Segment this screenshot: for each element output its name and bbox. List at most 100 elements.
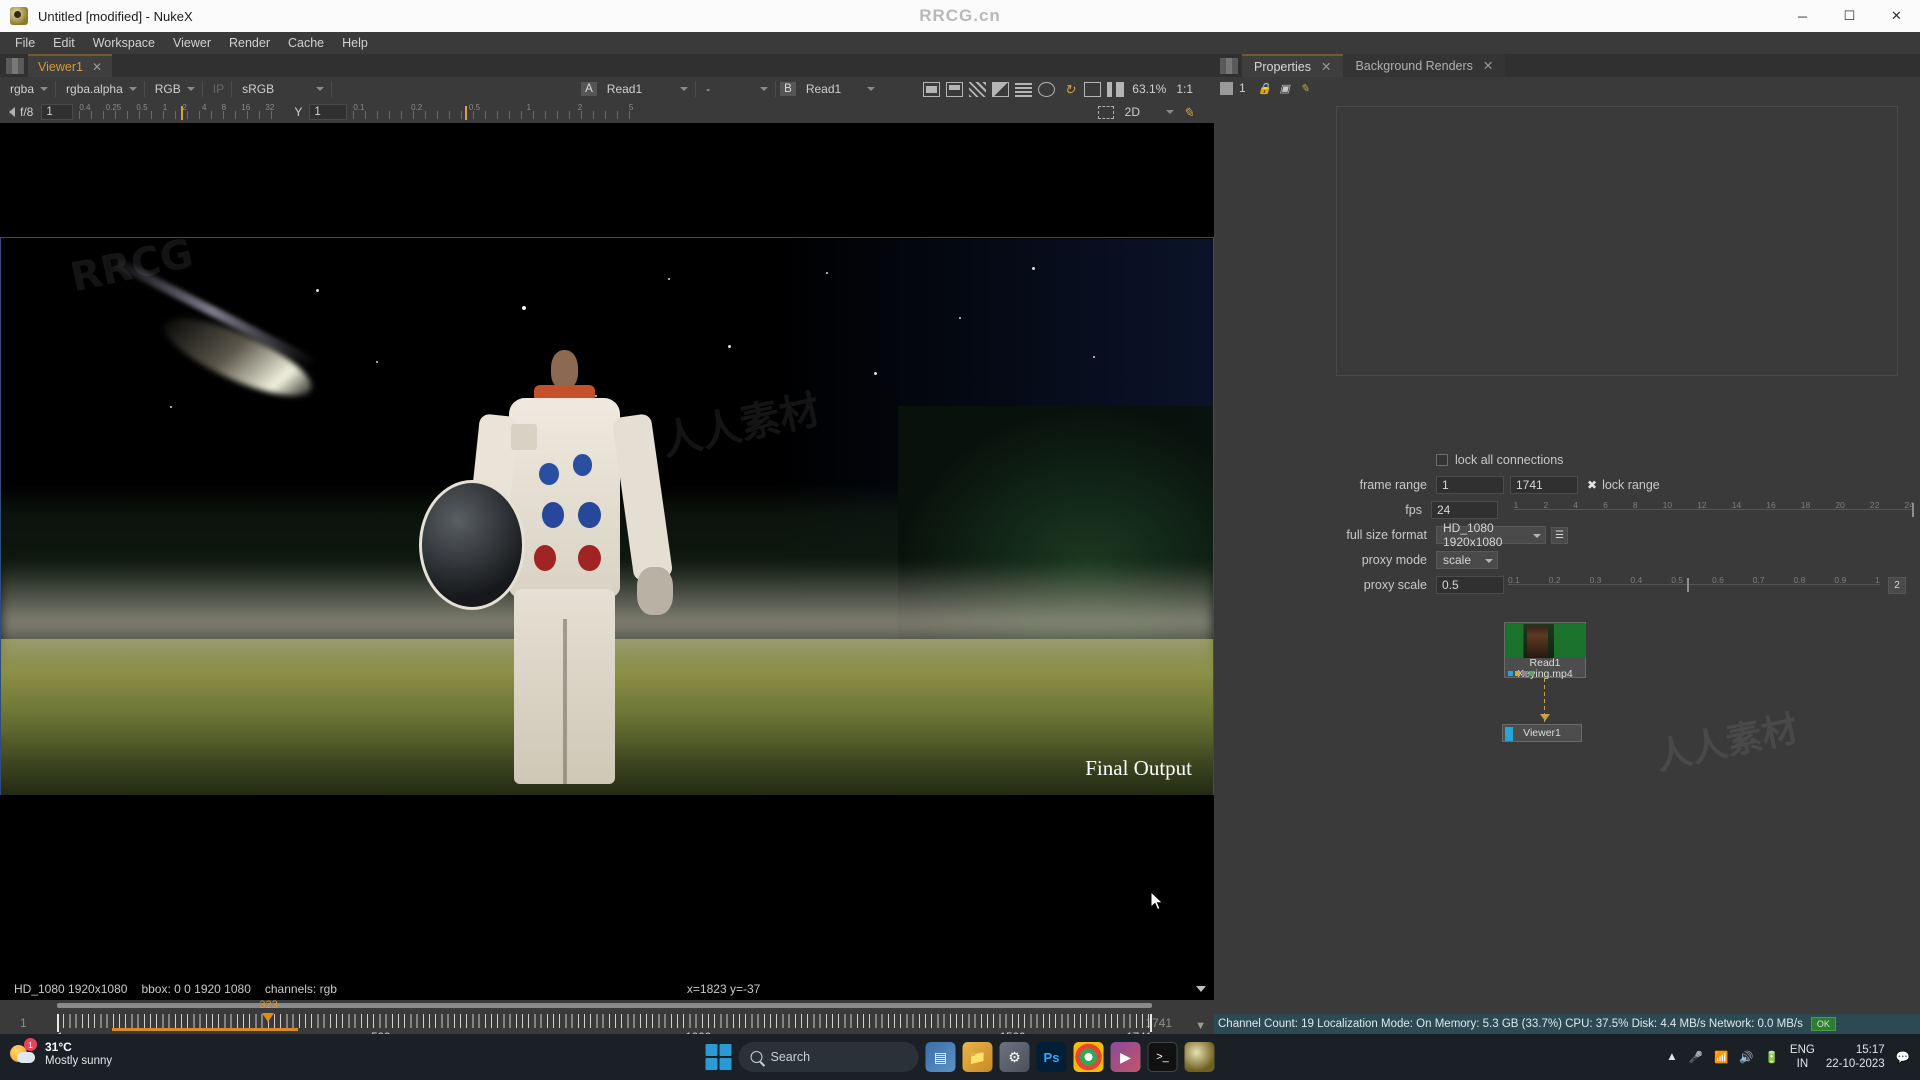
proxy-scale-slider[interactable]: 0.1 0.2 0.3 0.4 0.5 0.6 0.7 0.8 0.9 1 [1508, 575, 1880, 595]
chevron-down-icon[interactable] [1196, 986, 1206, 992]
media-player-icon[interactable]: ▶ [1110, 1042, 1141, 1072]
tray-expand-icon[interactable]: ▲ [1666, 1051, 1677, 1063]
proxy-mode-select[interactable]: scale [1436, 551, 1498, 569]
roi-icon[interactable] [923, 81, 941, 97]
gamma-slider[interactable]: 0.1 0.2 0.5 1 2 5 [353, 103, 634, 120]
fullframe-icon[interactable] [1084, 81, 1102, 97]
widgets-icon[interactable]: ▤ [925, 1042, 956, 1072]
selection-tool-icon[interactable] [1097, 105, 1114, 119]
proxy-scale-input[interactable]: 0.5 [1436, 576, 1504, 594]
start-button[interactable] [705, 1044, 732, 1070]
viewer-letterbox-bottom [0, 795, 1214, 978]
viewer-info-bar: HD_1080 1920x1080 bbox: 0 0 1920 1080 ch… [0, 978, 1214, 1000]
image-bbox: bbox: 0 0 1920 1080 [141, 982, 251, 996]
pixel-ratio[interactable]: 1:1 [1176, 82, 1193, 96]
clock[interactable]: 15:17 22-10-2023 [1826, 1043, 1885, 1071]
menu-edit[interactable]: Edit [44, 34, 84, 52]
node-read1[interactable]: Read1 Keying.mp4 [1504, 622, 1586, 680]
timeline-scrollbar[interactable] [57, 1003, 1152, 1008]
channels-select[interactable]: rgba [4, 80, 51, 98]
clipping-icon[interactable] [1038, 81, 1056, 97]
buffer-mix-select[interactable]: - [700, 80, 771, 98]
properties-node-panel[interactable] [1336, 106, 1898, 376]
timeline-expand-icon[interactable]: ▼ [1195, 1020, 1206, 1032]
search-input[interactable]: Search [738, 1042, 919, 1072]
lock-icon[interactable]: 🔒 [1258, 82, 1272, 95]
buffer-b-select[interactable]: Read1 [800, 80, 878, 98]
playhead-frame-number: 323 [259, 999, 278, 1011]
overscan-icon[interactable] [1015, 81, 1033, 97]
proxy-scale-slider-knob[interactable] [1686, 578, 1689, 592]
panel-grip-icon[interactable] [1220, 58, 1238, 74]
close-icon[interactable]: ✕ [92, 60, 102, 74]
timeline-playhead[interactable]: 323 [259, 999, 278, 1022]
notifications-icon[interactable]: 💬 [1896, 1050, 1910, 1064]
full-size-format-select[interactable]: HD_1080 1920x1080 [1436, 521, 1546, 549]
menu-cache[interactable]: Cache [279, 34, 333, 52]
gain-slider[interactable]: 0.4 0.25 0.5 1 2 4 8 16 32 [79, 103, 275, 120]
maximize-button[interactable]: ☐ [1826, 0, 1873, 32]
frame-range-from-input[interactable]: 1 [1436, 476, 1504, 494]
tab-properties[interactable]: Properties ✕ [1242, 54, 1344, 77]
tab-background-renders[interactable]: Background Renders ✕ [1343, 54, 1506, 77]
photoshop-icon[interactable]: Ps [1036, 1042, 1067, 1072]
camera-icon[interactable]: ▣ [1278, 82, 1292, 95]
lock-range-marker[interactable]: ✖ [1587, 478, 1597, 492]
zoom-level[interactable]: 63.1% [1132, 82, 1166, 96]
gamma-slider-knob[interactable] [465, 106, 468, 120]
ip-toggle[interactable]: IP [207, 80, 227, 98]
layer-select[interactable]: rgba.alpha [60, 80, 140, 98]
color-picker-icon[interactable]: ✎ [1180, 105, 1197, 120]
pencil-icon[interactable]: ✎ [1298, 82, 1312, 95]
viewer-canvas[interactable]: Final Output RRCG 人人素材 [0, 123, 1214, 978]
gain-slider-knob[interactable] [180, 106, 183, 120]
fps-slider-knob[interactable] [1912, 503, 1915, 517]
node-graph[interactable]: Read1 Keying.mp4 Viewer1 人人素材 [1214, 594, 1920, 1080]
node-color-swatch[interactable] [1220, 81, 1233, 95]
language-indicator[interactable]: ENG IN [1790, 1043, 1815, 1071]
gain-prev-icon[interactable] [9, 107, 15, 117]
checkerboard-icon[interactable] [969, 81, 987, 97]
volume-icon[interactable]: 🔊 [1739, 1050, 1753, 1064]
fps-input[interactable]: 24 [1430, 501, 1498, 519]
panel-grip-icon[interactable] [6, 58, 24, 74]
format-edit-button[interactable]: ☰ [1551, 526, 1568, 544]
gain-input[interactable]: 1 [41, 104, 74, 120]
divider [231, 81, 233, 97]
wipe-icon[interactable] [992, 81, 1010, 97]
microphone-icon[interactable]: 🎤 [1689, 1050, 1703, 1064]
menu-render[interactable]: Render [220, 34, 279, 52]
minimize-button[interactable]: ─ [1779, 0, 1826, 32]
refresh-icon[interactable]: ↻ [1061, 82, 1078, 97]
close-icon[interactable]: ✕ [1483, 58, 1493, 73]
settings-icon[interactable]: ⚙ [999, 1042, 1030, 1072]
lock-all-connections-checkbox[interactable] [1436, 454, 1448, 466]
colorspace-select[interactable]: sRGB [236, 80, 327, 98]
node-viewer1[interactable]: Viewer1 [1502, 724, 1582, 742]
menu-file[interactable]: File [6, 34, 44, 52]
tab-viewer1[interactable]: Viewer1 ✕ [28, 54, 112, 77]
close-icon[interactable]: ✕ [1321, 59, 1331, 74]
node-thumbnail [1506, 624, 1586, 658]
buffer-a-select[interactable]: Read1 [601, 80, 691, 98]
frame-range-to-input[interactable]: 1741 [1510, 476, 1578, 494]
terminal-icon[interactable]: >_ [1147, 1042, 1178, 1072]
nuke-taskbar-icon[interactable] [1184, 1042, 1215, 1072]
file-explorer-icon[interactable]: 📁 [962, 1042, 993, 1072]
menu-help[interactable]: Help [333, 34, 377, 52]
viewer-mode-select[interactable]: 2D [1119, 103, 1177, 121]
menu-viewer[interactable]: Viewer [164, 34, 220, 52]
display-select[interactable]: RGB [149, 80, 198, 98]
gamma-input[interactable]: 1 [309, 104, 348, 120]
fps-slider[interactable]: 1 2 4 6 8 10 12 14 16 18 20 22 24 [1513, 500, 1915, 520]
proxy-scale-max[interactable]: 2 [1888, 576, 1906, 594]
timeline-track[interactable]: 323 [57, 999, 1152, 1032]
pause-icon[interactable] [1107, 81, 1125, 97]
menu-workspace[interactable]: Workspace [84, 34, 164, 52]
close-button[interactable]: ✕ [1873, 0, 1920, 32]
wifi-icon[interactable]: 📶 [1714, 1050, 1728, 1064]
battery-icon[interactable]: 🔋 [1765, 1050, 1779, 1064]
proxy-icon[interactable] [946, 81, 964, 97]
weather-widget[interactable]: 1 31°C Mostly sunny [10, 1038, 112, 1068]
chrome-icon[interactable] [1073, 1042, 1104, 1072]
